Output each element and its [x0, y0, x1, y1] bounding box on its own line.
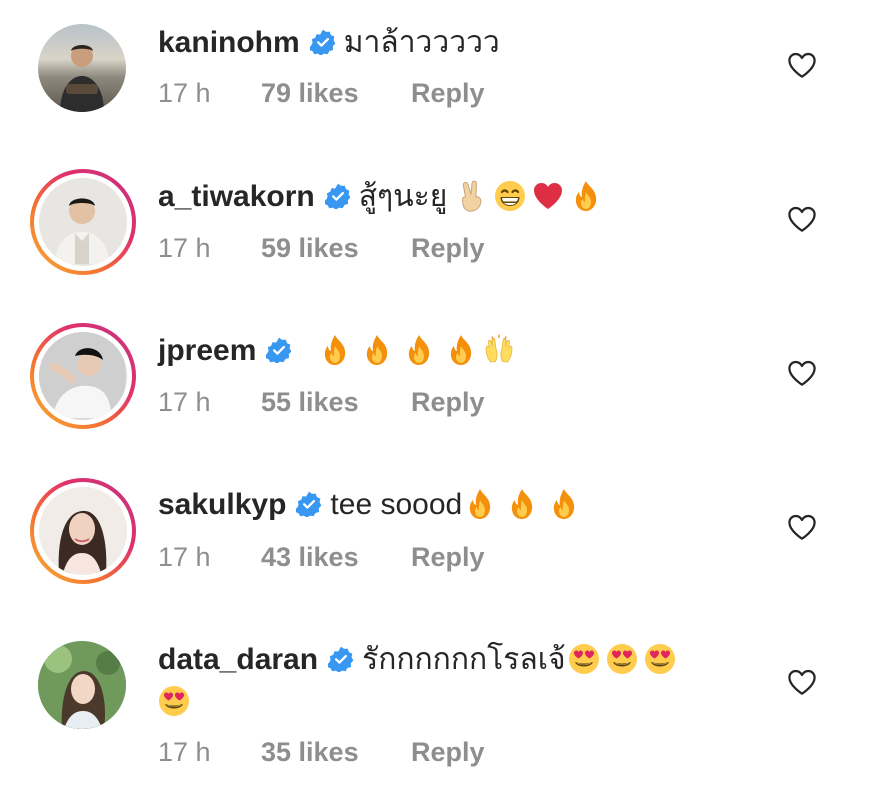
red-heart-icon	[532, 180, 564, 212]
avatar[interactable]	[38, 641, 126, 729]
fire-icon	[403, 334, 435, 366]
heart-eyes-icon	[158, 685, 190, 717]
reply-button[interactable]: Reply	[411, 233, 485, 264]
like-heart-icon[interactable]	[787, 205, 817, 233]
fire-icon	[361, 334, 393, 366]
heart-eyes-icon	[644, 643, 676, 675]
avatar[interactable]	[38, 24, 126, 112]
comment-meta: 17 h 59 likes Reply	[158, 233, 485, 264]
like-heart-icon[interactable]	[787, 51, 817, 79]
reply-button[interactable]: Reply	[411, 737, 485, 768]
reply-button[interactable]: Reply	[411, 387, 485, 418]
fire-icon	[464, 488, 496, 520]
comment-username[interactable]: sakulkyp	[158, 488, 286, 521]
grinning-face-icon	[494, 180, 526, 212]
comment-username[interactable]: a_tiwakorn	[158, 180, 315, 213]
comment-line-2	[158, 685, 196, 717]
avatar-woman-pose-icon	[39, 332, 127, 420]
comment-line: data_daran รักกกกกกโรลเจ้	[158, 642, 682, 678]
verified-badge-icon	[310, 29, 336, 55]
likes-count[interactable]: 43 likes	[261, 542, 411, 573]
verified-badge-icon	[266, 337, 292, 363]
likes-count[interactable]: 55 likes	[261, 387, 411, 418]
verified-badge-icon	[328, 646, 354, 672]
victory-hand-icon	[456, 180, 488, 212]
verified-badge-icon	[296, 491, 322, 517]
likes-count[interactable]: 59 likes	[261, 233, 411, 264]
comment-text: รักกกกกกโรลเจ้	[362, 643, 566, 676]
fire-icon	[570, 180, 602, 212]
comment-time: 17 h	[158, 78, 211, 108]
comment-text: มาล้าววววว	[343, 26, 500, 59]
like-heart-icon[interactable]	[787, 513, 817, 541]
comment-meta: 17 h 43 likes Reply	[158, 542, 485, 573]
comment-username[interactable]: data_daran	[158, 643, 318, 676]
avatar-man-suit-icon	[39, 178, 127, 266]
comment-username[interactable]: jpreem	[158, 334, 256, 367]
like-heart-icon[interactable]	[787, 668, 817, 696]
comment-line: kaninohm มาล้าววววว	[158, 25, 500, 61]
raising-hands-icon	[483, 334, 515, 366]
comment-text: สู้ๆนะยู	[358, 180, 448, 213]
comment-meta: 17 h 79 likes Reply	[158, 78, 485, 109]
heart-eyes-icon	[568, 643, 600, 675]
fire-icon	[506, 488, 538, 520]
heart-eyes-icon	[606, 643, 638, 675]
avatar-man-beach-icon	[38, 24, 126, 112]
avatar[interactable]	[30, 323, 136, 429]
likes-count[interactable]: 79 likes	[261, 78, 411, 109]
comment-meta: 17 h 35 likes Reply	[158, 737, 485, 768]
avatar[interactable]	[30, 478, 136, 584]
fire-icon	[445, 334, 477, 366]
comment-text: tee soood	[330, 488, 463, 521]
comment-line: a_tiwakorn สู้ๆนะยู	[158, 179, 608, 215]
comment-time: 17 h	[158, 233, 211, 263]
likes-count[interactable]: 35 likes	[261, 737, 411, 768]
fire-icon	[319, 334, 351, 366]
avatar[interactable]	[30, 169, 136, 275]
reply-button[interactable]: Reply	[411, 78, 485, 109]
like-heart-icon[interactable]	[787, 359, 817, 387]
avatar-woman-garden-icon	[38, 641, 126, 729]
fire-icon	[548, 488, 580, 520]
comment-meta: 17 h 55 likes Reply	[158, 387, 485, 418]
comment-time: 17 h	[158, 737, 211, 767]
verified-badge-icon	[325, 183, 351, 209]
comment-time: 17 h	[158, 542, 211, 572]
comment-line: sakulkyp tee soood	[158, 487, 586, 523]
avatar-woman-portrait-icon	[39, 487, 127, 575]
reply-button[interactable]: Reply	[411, 542, 485, 573]
comment-username[interactable]: kaninohm	[158, 26, 300, 59]
comment-line: jpreem	[158, 333, 521, 369]
comment-time: 17 h	[158, 387, 211, 417]
